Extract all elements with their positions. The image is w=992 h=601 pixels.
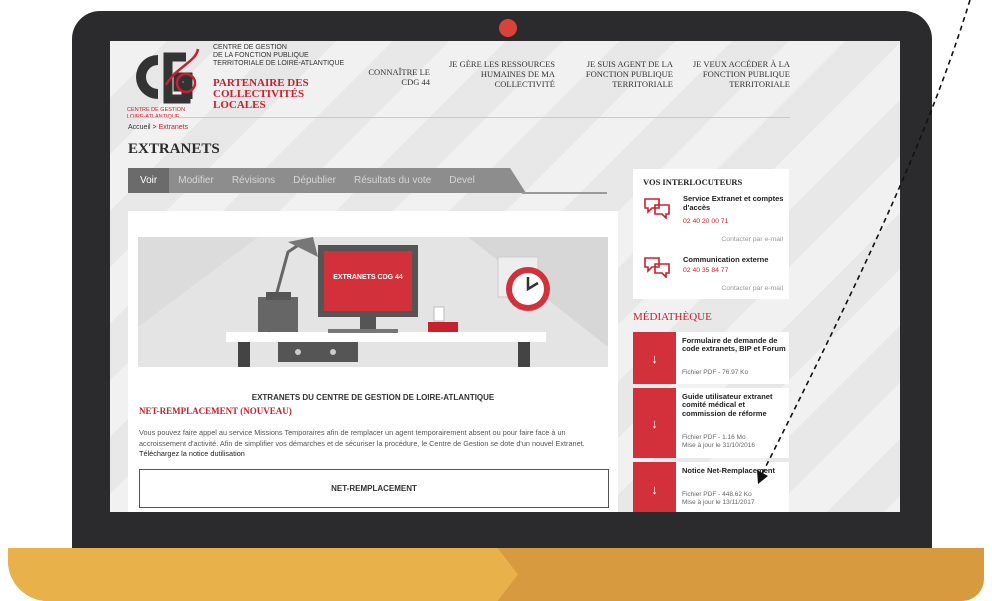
- annotation-arrow: [757, 0, 971, 484]
